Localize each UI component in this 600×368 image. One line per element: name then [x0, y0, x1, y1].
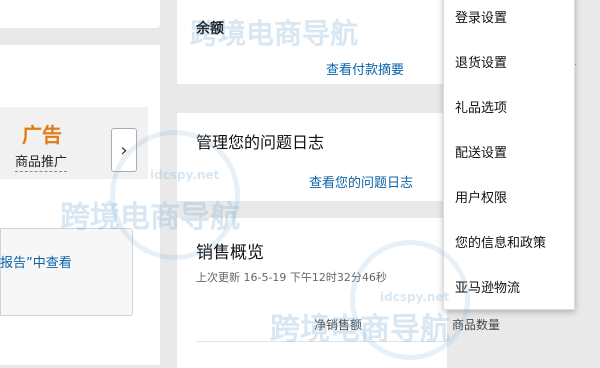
menu-item-shipping-settings[interactable]: 配送设置 [455, 142, 507, 161]
net-sales-header: 净销售额 [314, 318, 363, 332]
last-updated-text: 上次更新 16-5-19 下午12时32分46秒 [196, 271, 387, 284]
balance-label: 余额 [196, 21, 224, 37]
balance-card [177, 0, 447, 84]
report-notice-box [0, 228, 133, 316]
units-header: 商品数量 [452, 318, 501, 332]
report-notice-text: 报告”中查看 [0, 256, 72, 271]
menu-item-gift-options[interactable]: 礼品选项 [455, 97, 507, 116]
sales-divider [196, 341, 446, 342]
menu-item-fulfillment[interactable]: 亚马逊物流 [455, 277, 520, 296]
menu-item-login-settings[interactable]: 登录设置 [455, 7, 507, 26]
ad-subtitle-link[interactable]: 商品推广 [15, 151, 68, 172]
left-main-card [0, 45, 160, 365]
view-payment-summary-link[interactable]: 查看付款摘要 [326, 59, 404, 78]
menu-item-return-settings[interactable]: 退货设置 [455, 52, 507, 71]
view-issues-log-link[interactable]: 查看您的问题日志 [309, 172, 413, 191]
sales-overview-title: 销售概览 [196, 243, 264, 263]
ad-title: 广告 [22, 123, 62, 147]
menu-item-user-permissions[interactable]: 用户权限 [455, 187, 507, 206]
menu-item-info-and-policies[interactable]: 您的信息和政策 [455, 232, 546, 251]
ad-next-button[interactable]: › [111, 128, 137, 172]
chevron-right-icon: › [120, 139, 128, 161]
issues-title: 管理您的问题日志 [196, 133, 325, 152]
left-top-card [0, 0, 160, 28]
